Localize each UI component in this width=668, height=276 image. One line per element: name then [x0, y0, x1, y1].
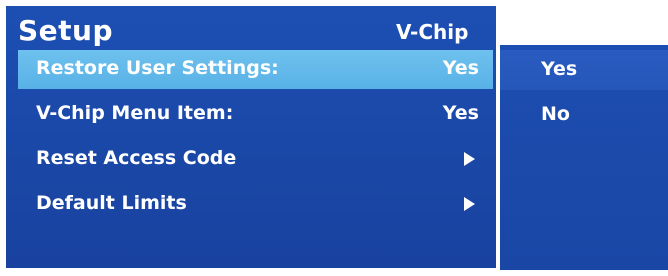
menu-item-restore-user-settings[interactable]: Restore User Settings: Yes: [18, 50, 493, 89]
menu-item-reset-access-code[interactable]: Reset Access Code: [18, 140, 493, 179]
option-list-panel: Yes No: [500, 45, 668, 270]
menu-item-vchip-menu-item[interactable]: V-Chip Menu Item: Yes: [18, 95, 493, 134]
submenu-arrow-icon: [464, 152, 475, 166]
menu-item-label: Restore User Settings:: [36, 57, 279, 79]
submenu-arrow-icon: [464, 197, 475, 211]
option-no[interactable]: No: [500, 95, 668, 135]
menu-context-label: V-Chip: [396, 20, 469, 44]
option-yes[interactable]: Yes: [500, 50, 668, 90]
setup-menu-panel: Setup V-Chip Restore User Settings: Yes …: [6, 6, 496, 268]
option-label: Yes: [541, 58, 578, 80]
menu-item-label: Default Limits: [36, 192, 187, 214]
menu-item-value: Yes: [442, 102, 479, 124]
menu-title: Setup: [18, 14, 114, 47]
menu-item-value: Yes: [442, 57, 479, 79]
menu-item-label: V-Chip Menu Item:: [36, 102, 234, 124]
menu-item-label: Reset Access Code: [36, 147, 237, 169]
menu-item-default-limits[interactable]: Default Limits: [18, 185, 493, 224]
tv-setup-screen: Setup V-Chip Restore User Settings: Yes …: [0, 0, 668, 276]
option-label: No: [541, 103, 570, 125]
